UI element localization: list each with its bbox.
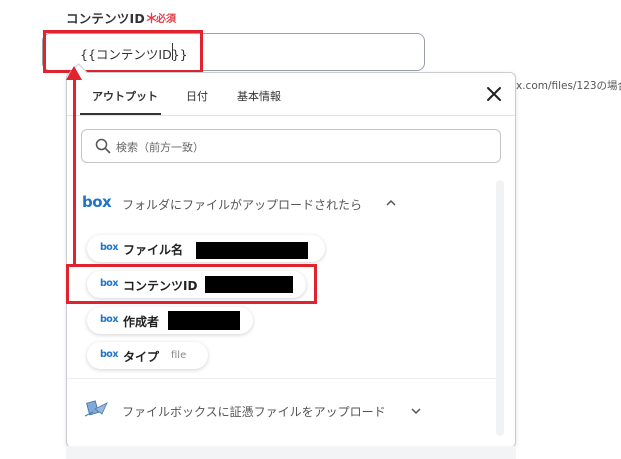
chevron-up-icon[interactable] (385, 197, 397, 212)
search-placeholder: 検索（前方一致） (116, 141, 204, 154)
chip-label: タイプ (123, 350, 160, 364)
chip-sub-value: file (171, 350, 187, 361)
tab-date[interactable]: 日付 (186, 88, 208, 104)
panel-footer (66, 446, 516, 459)
chip-label: 作成者 (123, 315, 160, 329)
field-label: コンテンツID (66, 11, 145, 26)
file-upload-icon (83, 398, 109, 420)
box-logo: box (82, 193, 112, 211)
box-logo: box (100, 349, 118, 360)
group-title-evidence-upload[interactable]: ファイルボックスに証憑ファイルをアップロード (122, 403, 386, 420)
required-label: 必須 (156, 14, 176, 25)
group-title-folder-upload[interactable]: フォルダにファイルがアップロードされたら (122, 196, 362, 213)
close-icon[interactable] (484, 84, 504, 104)
annotation-arrow-head (66, 66, 82, 80)
tab-basic-info[interactable]: 基本情報 (237, 88, 281, 104)
scrollbar[interactable] (496, 180, 504, 436)
search-icon (95, 138, 111, 154)
redacted-value (168, 311, 240, 330)
chip-highlight-box (66, 264, 317, 304)
chevron-down-icon[interactable] (410, 405, 422, 420)
tab-divider (67, 115, 515, 116)
background-hint-text: x.com/files/123の場合、 (516, 80, 621, 92)
box-logo: box (100, 242, 118, 253)
tab-output[interactable]: アウトプット (92, 88, 158, 104)
chip-label: ファイル名 (123, 243, 184, 257)
box-logo: box (100, 314, 118, 325)
annotation-arrow-line (73, 78, 76, 267)
redacted-value (196, 242, 308, 259)
group-separator (67, 378, 497, 379)
